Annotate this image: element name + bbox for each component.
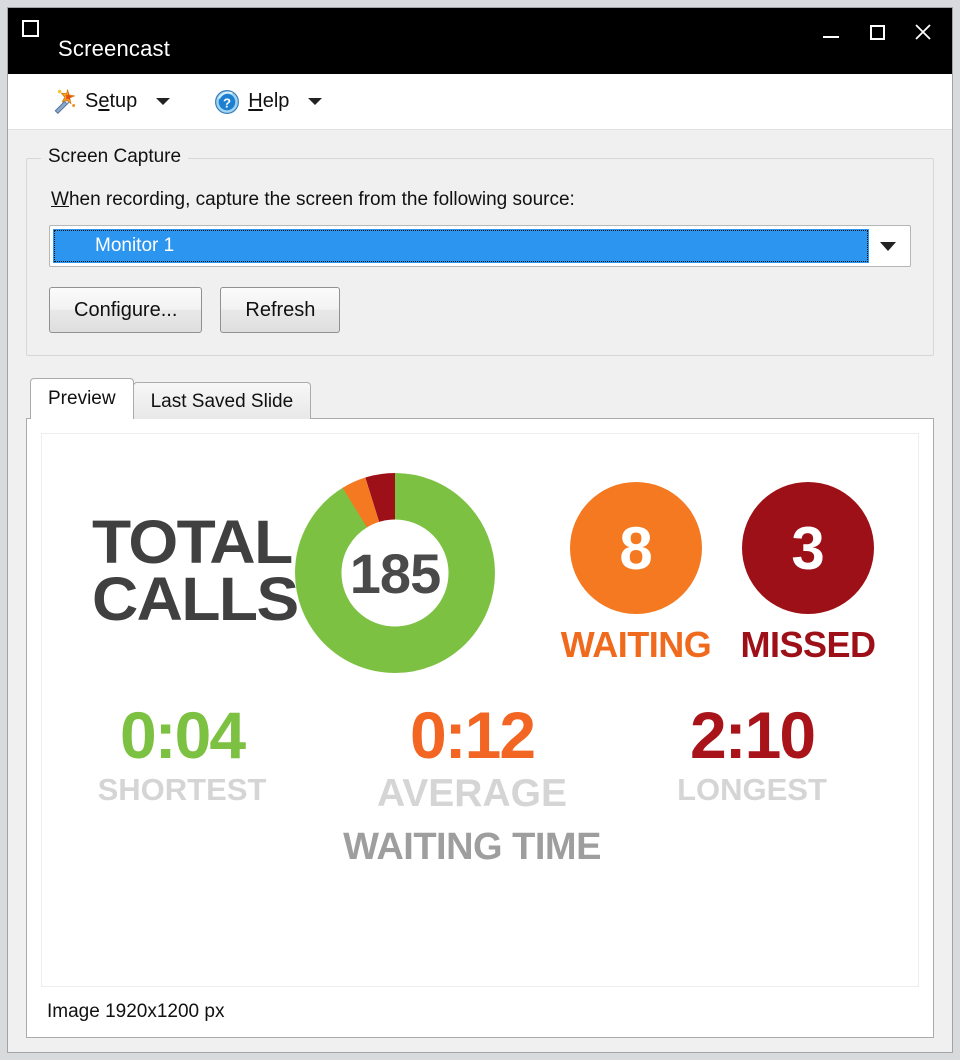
title-bar: Screencast bbox=[8, 8, 952, 74]
image-size-status: Image 1920x1200 px bbox=[47, 1001, 225, 1022]
tab-preview[interactable]: Preview bbox=[30, 378, 134, 419]
preview-image-frame[interactable]: TOTAL CALLS 185 8 WAITING 3 MISSED 0:04 … bbox=[41, 433, 919, 987]
menu-item-help[interactable]: ? Help bbox=[207, 81, 295, 123]
waiting-bubble: 8 bbox=[570, 482, 702, 614]
configure-button[interactable]: Configure... bbox=[49, 287, 203, 333]
maximize-icon bbox=[869, 24, 885, 40]
stat-shortest: 0:04 SHORTEST bbox=[52, 702, 312, 808]
application-window: Screencast Setup ? Help Screen Capture W… bbox=[7, 7, 953, 1053]
infographic-row-top: TOTAL CALLS 185 8 WAITING 3 MISSED bbox=[42, 452, 918, 697]
help-dropdown-button[interactable] bbox=[295, 81, 335, 123]
capture-source-value[interactable]: Monitor 1 bbox=[53, 229, 869, 263]
stat-longest-caption: LONGEST bbox=[677, 772, 827, 807]
waiting-time-group-label: WAITING TIME bbox=[343, 826, 601, 868]
screen-capture-group: Screen Capture When recording, capture t… bbox=[26, 146, 934, 356]
refresh-button[interactable]: Refresh bbox=[220, 287, 341, 333]
minimize-icon bbox=[823, 36, 839, 38]
stat-average: 0:12 AVERAGE bbox=[342, 702, 602, 817]
source-field-label: When recording, capture the screen from … bbox=[51, 189, 575, 210]
stat-longest-value: 2:10 bbox=[689, 698, 816, 772]
screenshot-root: Screencast Setup ? Help Screen Capture W… bbox=[0, 0, 960, 1060]
close-icon bbox=[915, 24, 931, 40]
menu-toolbar: Setup ? Help bbox=[8, 74, 952, 130]
total-calls-value: 185 bbox=[349, 541, 441, 605]
preview-tab-panel: TOTAL CALLS 185 8 WAITING 3 MISSED 0:04 … bbox=[26, 418, 934, 1038]
chevron-down-icon bbox=[880, 241, 896, 251]
svg-text:?: ? bbox=[223, 95, 231, 110]
preview-tab-zone: Preview Last Saved Slide TOTAL CALLS 185… bbox=[26, 378, 934, 1038]
menu-item-setup[interactable]: Setup bbox=[44, 81, 143, 123]
missed-bubble: 3 bbox=[742, 482, 874, 614]
window-controls bbox=[808, 14, 946, 50]
capture-button-row: Configure... Refresh bbox=[49, 287, 911, 333]
magic-wand-icon bbox=[54, 88, 76, 114]
menu-item-help-label: Help bbox=[248, 90, 290, 112]
capture-source-combobox[interactable]: Monitor 1 bbox=[49, 225, 911, 267]
total-calls-label: TOTAL CALLS bbox=[92, 508, 299, 633]
chevron-down-icon bbox=[156, 98, 171, 105]
stat-longest: 2:10 LONGEST bbox=[622, 702, 882, 808]
setup-dropdown-button[interactable] bbox=[143, 81, 183, 123]
infographic-row-bottom: 0:04 SHORTEST 0:12 AVERAGE 2:10 LONGEST bbox=[42, 702, 918, 882]
stat-average-caption: AVERAGE bbox=[377, 772, 567, 815]
close-button[interactable] bbox=[900, 14, 946, 50]
missed-bubble-caption: MISSED bbox=[740, 624, 876, 665]
tab-last-saved-slide[interactable]: Last Saved Slide bbox=[132, 382, 312, 419]
capture-source-dropdown-button[interactable] bbox=[869, 229, 907, 263]
screen-capture-legend: Screen Capture bbox=[41, 146, 189, 168]
client-area: Screen Capture When recording, capture t… bbox=[8, 130, 952, 1052]
maximize-button[interactable] bbox=[854, 14, 900, 50]
window-square-icon bbox=[22, 20, 39, 37]
waiting-bubble-caption: WAITING bbox=[560, 624, 712, 665]
window-title: Screencast bbox=[58, 36, 171, 61]
tabstrip: Preview Last Saved Slide bbox=[26, 378, 934, 419]
stat-shortest-caption: SHORTEST bbox=[97, 772, 267, 807]
help-circle-icon: ? bbox=[215, 89, 240, 114]
menu-item-setup-label: Setup bbox=[85, 90, 138, 112]
minimize-button[interactable] bbox=[808, 14, 854, 50]
stat-average-value: 0:12 bbox=[409, 698, 536, 772]
call-stats-infographic: TOTAL CALLS 185 8 WAITING 3 MISSED 0:04 … bbox=[42, 434, 918, 986]
stat-shortest-value: 0:04 bbox=[119, 698, 246, 772]
chevron-down-icon bbox=[308, 98, 323, 105]
